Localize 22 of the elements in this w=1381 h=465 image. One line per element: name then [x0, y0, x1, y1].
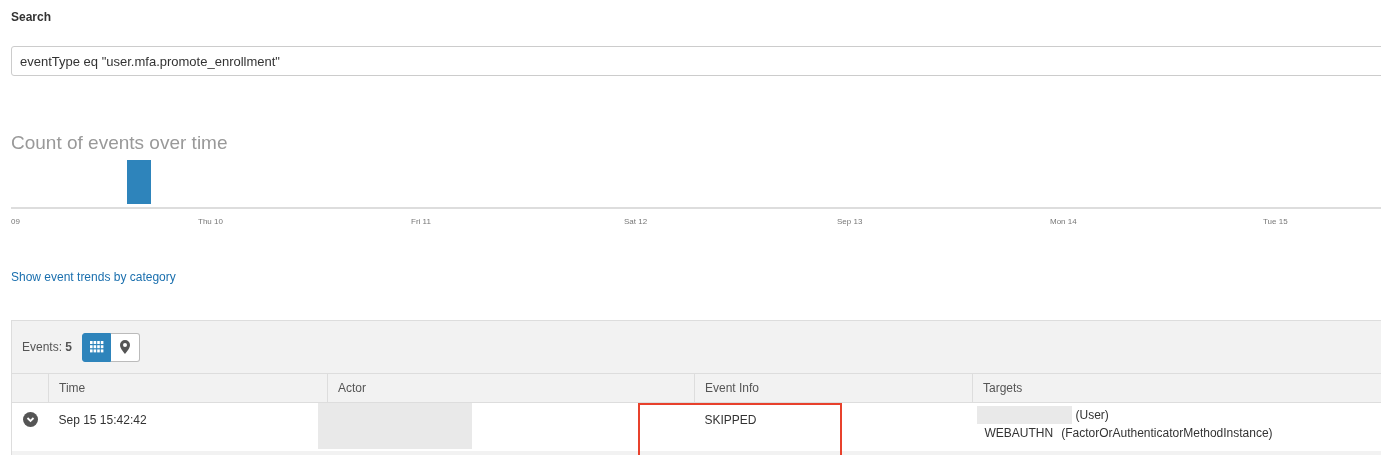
axis-label: 09	[11, 217, 21, 228]
table-cell: Sep 15 15:42:42	[48, 402, 328, 451]
map-pin-icon	[120, 340, 131, 354]
grid-icon	[89, 341, 104, 353]
axis-label: Thu 10	[198, 217, 224, 228]
axis-label: Fri 11	[411, 217, 432, 228]
table-cell: SKIPPED	[704, 413, 757, 427]
search-label: Search	[11, 10, 53, 24]
search-field[interactable]: eventType eq "user.mfa.promote_enrollment"	[11, 46, 1381, 76]
trends-link[interactable]: Show event trends by category	[11, 270, 176, 284]
axis-label: Sat 12	[624, 217, 649, 228]
target-name: WEBAUTHN	[984, 426, 1054, 440]
axis-label: Mon 14	[1050, 217, 1078, 228]
events-count: Events: 5	[22, 340, 73, 354]
axis-label: Tue 15	[1263, 217, 1289, 228]
target-type: (FactorOrAuthenticatorMethodInstance)	[1061, 426, 1273, 440]
target-type: (User)	[1075, 408, 1109, 422]
map-view-button[interactable]	[111, 332, 141, 362]
grid-view-button[interactable]	[82, 332, 112, 362]
axis-label: Sep 13	[837, 217, 864, 228]
collapse-toggle-icon[interactable]	[23, 412, 38, 427]
chart-title: Count of events over time	[11, 132, 229, 155]
